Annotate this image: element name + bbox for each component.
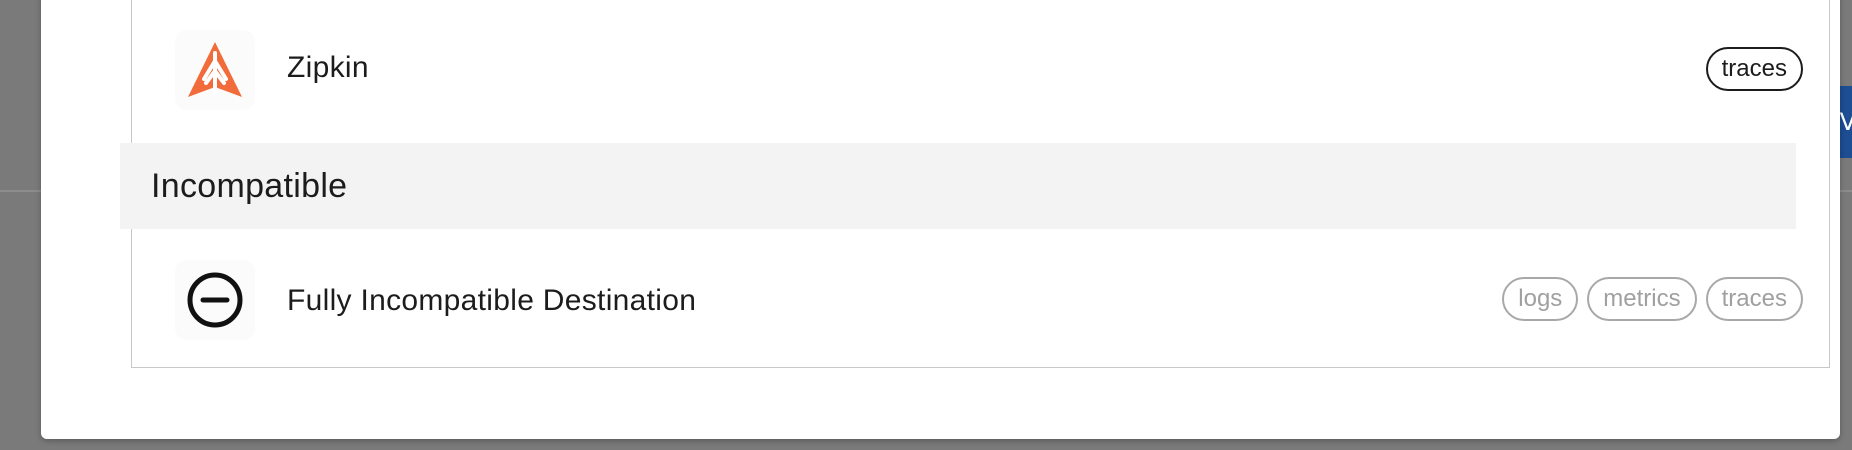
destination-name: Fully Incompatible Destination bbox=[287, 284, 697, 317]
section-title: Incompatible bbox=[151, 166, 348, 205]
destination-picker-modal: Zipkin traces Incompatible Fully Incompa… bbox=[41, 0, 1840, 439]
section-header-incompatible: Incompatible bbox=[120, 143, 1796, 229]
list-item-zipkin[interactable]: Zipkin traces bbox=[132, 0, 1829, 143]
minus-circle-icon bbox=[175, 260, 255, 340]
zipkin-logo-icon bbox=[175, 30, 255, 110]
tag-metrics: metrics bbox=[1587, 277, 1697, 321]
destination-name: Zipkin bbox=[287, 51, 369, 84]
destination-list: Zipkin traces Incompatible Fully Incompa… bbox=[120, 0, 1830, 368]
signal-tags: traces bbox=[1705, 47, 1803, 91]
tag-traces: traces bbox=[1705, 277, 1803, 321]
tag-traces: traces bbox=[1705, 47, 1803, 91]
list-item-fully-incompatible[interactable]: Fully Incompatible Destination logs metr… bbox=[132, 220, 1829, 383]
signal-tags: logs metrics traces bbox=[1502, 277, 1803, 321]
tag-logs: logs bbox=[1502, 277, 1579, 321]
background-button-label: V bbox=[1839, 108, 1852, 136]
